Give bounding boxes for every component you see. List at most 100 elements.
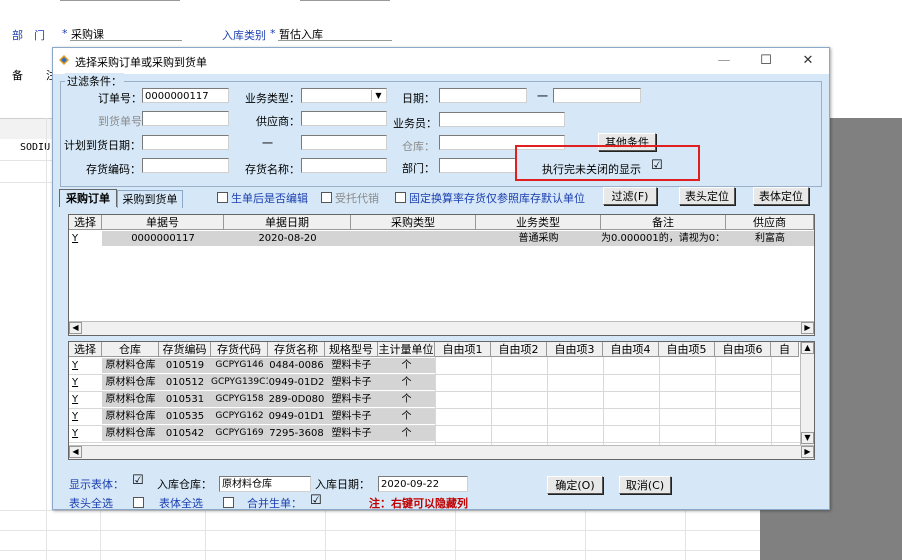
col-header-po-type[interactable]: 采购类型	[351, 215, 476, 230]
body-cell-unit[interactable]: 个	[378, 358, 435, 373]
body-cell-warehouse[interactable]: 原材料仓库	[102, 409, 159, 424]
supplier-input[interactable]	[301, 111, 387, 126]
col-header-supplier[interactable]: 供应商	[726, 215, 814, 230]
body-cell-code[interactable]: 010519	[159, 358, 211, 373]
body-cell-name[interactable]: 289-0D080	[268, 392, 325, 407]
body-col-code[interactable]: 存货编码	[159, 342, 211, 357]
hdr-row-supplier[interactable]: 利富高	[726, 231, 814, 246]
scroll-down-icon[interactable]: ▼	[801, 432, 814, 444]
body-col-free2[interactable]: 自由项2	[491, 342, 547, 357]
body-cell-unit[interactable]: 个	[378, 409, 435, 424]
body-table-hscroll[interactable]: ◀ ▶	[69, 445, 814, 459]
body-cell-code[interactable]: 010531	[159, 392, 211, 407]
body-col-free4[interactable]: 自由项4	[603, 342, 659, 357]
hdr-row-date[interactable]: 2020-08-20	[224, 231, 351, 246]
body-cell-spec[interactable]: 塑料卡子	[325, 358, 378, 373]
hdr-row-doc-no[interactable]: 0000000117	[102, 231, 224, 246]
body-col-name[interactable]: 存货名称	[268, 342, 325, 357]
date-from-input[interactable]	[439, 88, 527, 103]
maximize-button[interactable]: ☐	[751, 52, 781, 70]
body-cell-code[interactable]: 010535	[159, 409, 211, 424]
in-warehouse-input[interactable]: 原材料仓库	[219, 476, 311, 492]
body-cell-spec[interactable]: 塑料卡子	[325, 392, 378, 407]
hdr-row-select[interactable]: Y	[69, 231, 102, 246]
body-cell-inv-code[interactable]: GCPYG162	[211, 409, 268, 424]
body-cell-inv-code[interactable]: GCPYG169	[211, 426, 268, 441]
header-table[interactable]: 选择 单据号 单据日期 采购类型 业务类型 备注 供应商 Y 000000011…	[68, 214, 815, 336]
body-col-unit[interactable]: 主计量单位	[378, 342, 435, 357]
order-no-input[interactable]: 0000000117	[142, 88, 229, 103]
body-col-inv-code[interactable]: 存货代码	[211, 342, 268, 357]
body-cell-warehouse[interactable]: 原材料仓库	[102, 392, 159, 407]
body-col-warehouse[interactable]: 仓库	[102, 342, 159, 357]
minimize-button[interactable]: —	[709, 52, 739, 70]
salesman-input[interactable]	[439, 112, 565, 127]
hdr-row-biz-type[interactable]: 普通采购	[476, 231, 601, 246]
scroll-left-icon[interactable]: ◀	[69, 322, 82, 334]
col-header-doc-no[interactable]: 单据号	[102, 215, 224, 230]
tab-purchase-arrival[interactable]: 采购到货单	[117, 190, 183, 208]
hdr-row-remark[interactable]: 为0.000001的，请视为0：	[601, 231, 726, 246]
body-cell-select[interactable]: Y	[69, 426, 102, 441]
col-header-remark[interactable]: 备注	[601, 215, 726, 230]
body-table[interactable]: 选择 仓库 存货编码 存货代码 存货名称 规格型号 主计量单位 自由项1 自由项…	[68, 341, 815, 460]
body-cell-spec[interactable]: 塑料卡子	[325, 375, 378, 390]
body-cell-select[interactable]: Y	[69, 375, 102, 390]
body-cell-name[interactable]: 0949-01D2	[268, 375, 325, 390]
body-table-vscroll[interactable]: ▲ ▼	[800, 342, 814, 445]
inv-name-input[interactable]	[301, 158, 387, 173]
body-cell-code[interactable]: 010512	[159, 375, 211, 390]
dialog-titlebar[interactable]: 选择采购订单或采购到货单 — ☐ ✕	[53, 48, 829, 74]
body-col-free7[interactable]: 自	[771, 342, 799, 357]
header-table-hscroll[interactable]: ◀ ▶	[69, 321, 814, 335]
plan-date-from-input[interactable]	[142, 135, 229, 150]
body-cell-name[interactable]: 7295-3608	[268, 426, 325, 441]
body-cell-spec[interactable]: 塑料卡子	[325, 409, 378, 424]
arrival-no-input[interactable]	[142, 111, 229, 126]
chevron-down-icon[interactable]: ▼	[371, 90, 385, 101]
body-cell-inv-code[interactable]: GCPYG139C1	[211, 375, 268, 390]
body-cell-select[interactable]: Y	[69, 358, 102, 373]
in-date-input[interactable]: 2020-09-22	[378, 476, 468, 492]
biz-type-select[interactable]: ▼	[301, 88, 387, 103]
body-cell-select[interactable]: Y	[69, 409, 102, 424]
scroll-right-icon[interactable]: ▶	[801, 446, 814, 458]
body-cell-inv-code[interactable]: GCPYG158	[211, 392, 268, 407]
close-button[interactable]: ✕	[793, 52, 823, 70]
date-to-input[interactable]	[553, 88, 641, 103]
body-cell-inv-code[interactable]: GCPYG146	[211, 358, 268, 373]
fixed-rate-checkbox[interactable]	[395, 192, 406, 203]
ok-button[interactable]: 确定(O)	[547, 476, 603, 494]
body-cell-name[interactable]: 0949-01D1	[268, 409, 325, 424]
scroll-up-icon[interactable]: ▲	[801, 342, 814, 354]
body-cell-code[interactable]: 010542	[159, 426, 211, 441]
dept-filter-input[interactable]	[439, 158, 517, 173]
header-locate-button[interactable]: 表头定位	[679, 187, 735, 205]
body-cell-warehouse[interactable]: 原材料仓库	[102, 375, 159, 390]
body-col-free5[interactable]: 自由项5	[659, 342, 715, 357]
inv-code-input[interactable]	[142, 158, 229, 173]
body-cell-warehouse[interactable]: 原材料仓库	[102, 358, 159, 373]
body-col-free1[interactable]: 自由项1	[435, 342, 491, 357]
body-locate-button[interactable]: 表体定位	[753, 187, 809, 205]
col-header-select[interactable]: 选择	[69, 215, 102, 230]
edit-after-gen-checkbox[interactable]	[217, 192, 228, 203]
cancel-button[interactable]: 取消(C)	[619, 476, 671, 494]
scroll-left-icon[interactable]: ◀	[69, 446, 82, 458]
filter-button[interactable]: 过滤(F)	[603, 187, 657, 205]
hdr-row-po-type[interactable]	[351, 231, 476, 246]
body-cell-unit[interactable]: 个	[378, 392, 435, 407]
plan-date-to-input[interactable]	[301, 135, 387, 150]
body-cell-select[interactable]: Y	[69, 392, 102, 407]
tab-purchase-order[interactable]: 采购订单	[59, 189, 117, 207]
col-header-doc-date[interactable]: 单据日期	[224, 215, 351, 230]
body-cell-unit[interactable]: 个	[378, 375, 435, 390]
body-cell-unit[interactable]: 个	[378, 426, 435, 441]
body-col-select[interactable]: 选择	[69, 342, 102, 357]
body-col-free3[interactable]: 自由项3	[547, 342, 603, 357]
scroll-right-icon[interactable]: ▶	[801, 322, 814, 334]
select-all-body-checkbox[interactable]	[223, 497, 234, 508]
body-cell-warehouse[interactable]: 原材料仓库	[102, 426, 159, 441]
merge-checkbox[interactable]: ☑	[310, 493, 322, 508]
body-col-free6[interactable]: 自由项6	[715, 342, 771, 357]
